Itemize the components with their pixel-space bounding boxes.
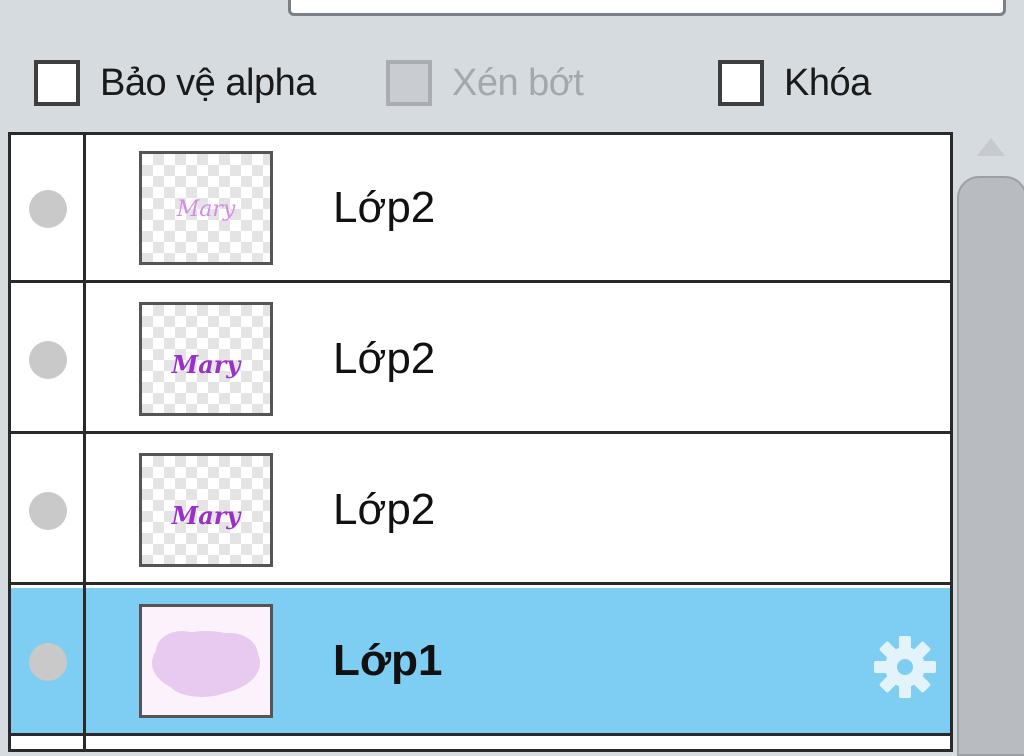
lock-label: Khóa [784,61,871,104]
layer-row[interactable]: Mary Lớp2 [11,286,950,434]
layer-thumbnail: Mary [139,302,273,416]
mary-text-thumb-icon: Mary [176,197,236,222]
svg-text:Mary: Mary [171,501,243,530]
layer-row-selected[interactable]: Lớp1 [11,588,950,736]
lock-option[interactable]: Khóa [718,52,871,114]
layer-thumbnail [139,604,273,718]
scrollbar-thumb[interactable] [957,176,1024,756]
visibility-column-divider [83,135,86,749]
lock-checkbox[interactable] [718,60,764,106]
layer-name: Lớp2 [333,334,436,383]
protect-alpha-checkbox[interactable] [34,60,80,106]
layer-list-scrollbar[interactable] [953,132,1024,756]
clip-label: Xén bớt [452,61,584,104]
layer-name: Lớp1 [333,636,443,685]
protect-alpha-option[interactable]: Bảo vệ alpha [34,52,316,114]
layer-list: Mary Lớp2 Mary Lớp2 Mary Lớp2 Lớp1 [8,132,953,752]
layer-options-bar: Bảo vệ alpha Xén bớt Khóa [0,52,1024,114]
layer-name: Lớp2 [333,183,436,232]
scroll-up-arrow-icon[interactable] [977,138,1005,156]
clip-checkbox [386,60,432,106]
mary-text-thumb-icon: Mary [171,350,243,379]
visibility-toggle-icon[interactable] [29,492,67,530]
layer-name: Lớp2 [333,485,436,534]
visibility-toggle-icon[interactable] [29,341,67,379]
layer-row[interactable]: Mary Lớp2 [11,437,950,585]
mary-text-thumb-icon: Mary [171,501,243,530]
protect-alpha-label: Bảo vệ alpha [100,61,316,104]
layer-thumbnail: Mary [139,453,273,567]
svg-text:Mary: Mary [171,350,243,379]
clip-option: Xén bớt [386,52,584,114]
gear-icon[interactable] [870,632,940,702]
layer-mode-select[interactable] [288,0,1006,16]
visibility-toggle-icon[interactable] [29,643,67,681]
layer-row[interactable]: Mary Lớp2 [11,135,950,283]
cloud-thumb-icon [152,631,260,697]
visibility-toggle-icon[interactable] [29,190,67,228]
layer-thumbnail: Mary [139,151,273,265]
svg-text:Mary: Mary [176,197,236,222]
